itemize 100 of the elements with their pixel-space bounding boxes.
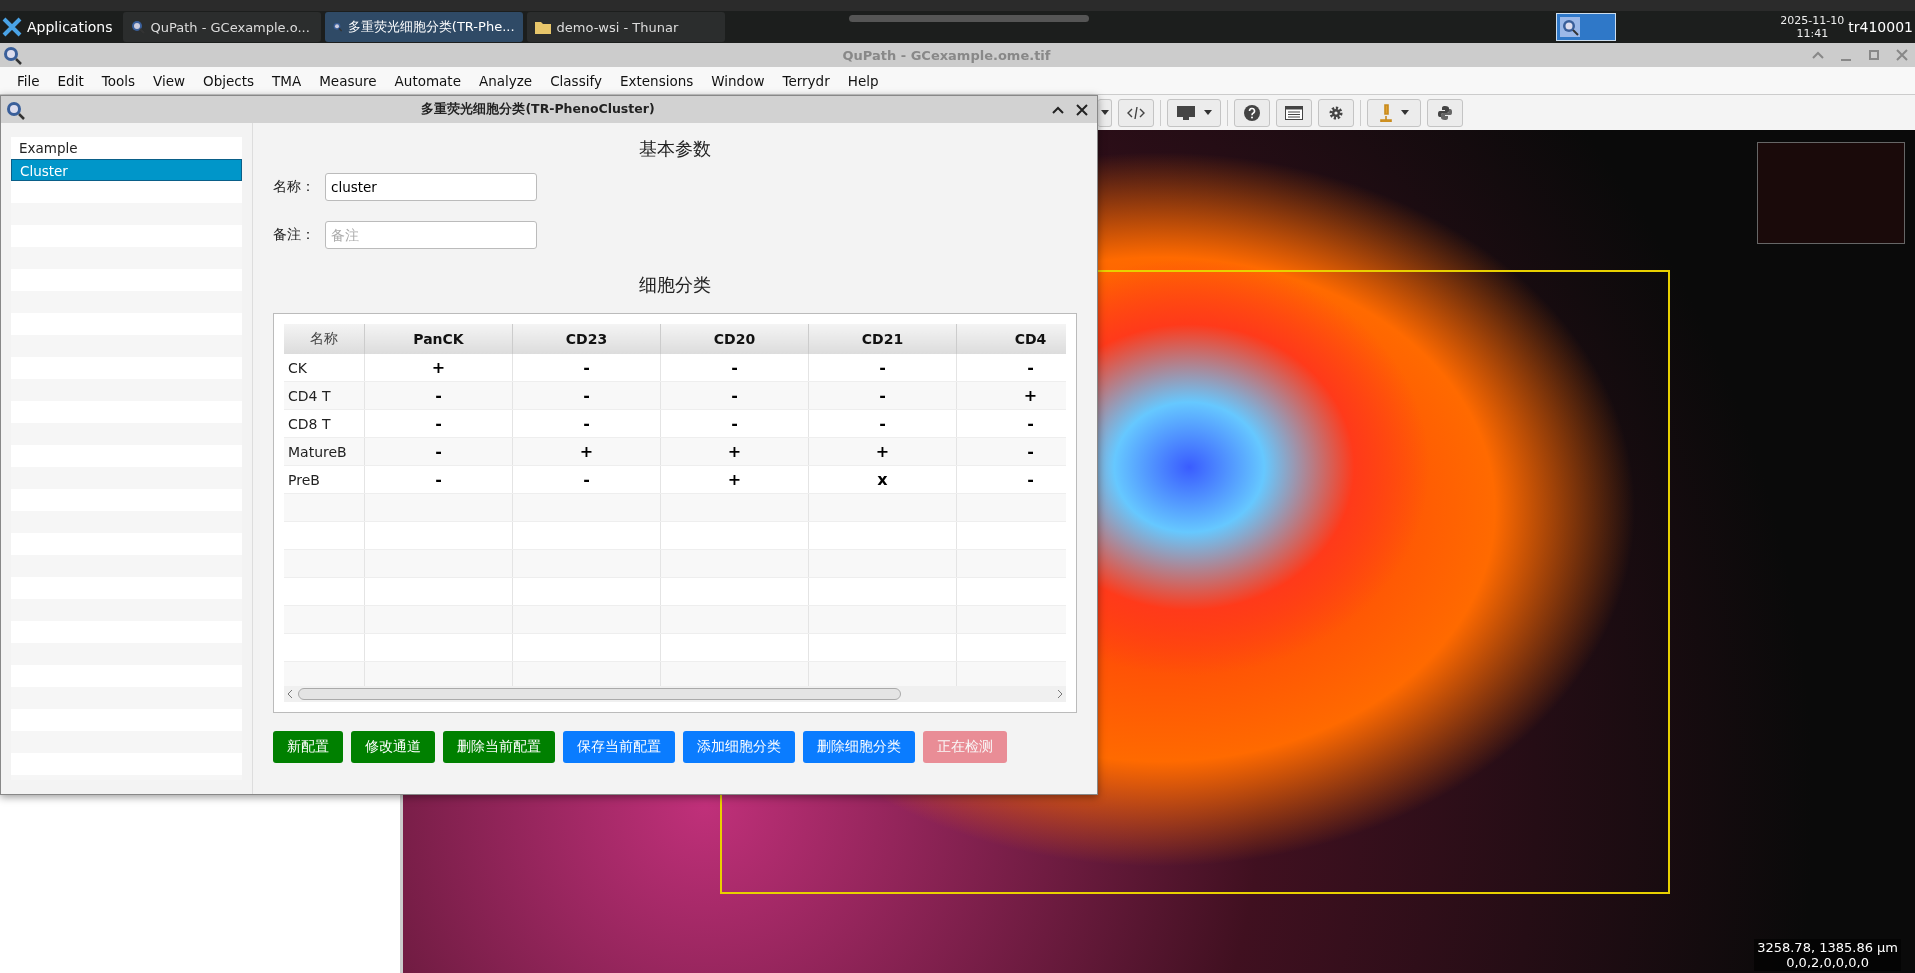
field-label: 备注：	[273, 226, 316, 244]
config-item[interactable]: Example	[11, 137, 242, 159]
table-cell: +	[808, 437, 957, 466]
action-button[interactable]: 修改通道	[351, 731, 435, 763]
display-button[interactable]	[1167, 98, 1221, 127]
action-button[interactable]: 新配置	[273, 731, 343, 763]
menu-item[interactable]: View	[144, 72, 195, 89]
action-button[interactable]: 添加细胞分类	[683, 731, 795, 763]
table-cell: +	[364, 354, 513, 382]
script-editor-button[interactable]	[1118, 98, 1154, 127]
dropdown-button[interactable]	[1098, 98, 1112, 127]
column-header[interactable]: CD20	[660, 324, 809, 354]
column-header[interactable]: CD4	[956, 324, 1066, 354]
clock: 2025-11-10 11:41	[1780, 14, 1845, 40]
microscope-button[interactable]	[1367, 98, 1421, 127]
table-cell: -	[512, 465, 661, 494]
table-cell: -	[956, 465, 1066, 494]
column-header[interactable]: 名称	[284, 324, 365, 354]
window-list-icon	[1285, 105, 1303, 120]
applications-menu[interactable]: Applications	[0, 12, 119, 42]
dialog-title: 多重荧光细胞分类(TR-PhenoCluster)	[420, 101, 656, 118]
table-cell: +	[512, 437, 661, 466]
code-icon	[1127, 105, 1145, 120]
user-name: tr410001	[1848, 19, 1913, 35]
taskbar-button[interactable]: 多重荧光细胞分类(TR-Phe...	[324, 12, 523, 42]
settings-button[interactable]	[1318, 98, 1354, 127]
folder-icon	[534, 20, 551, 34]
table-cell: -	[956, 437, 1066, 466]
menu-item[interactable]: Objects	[194, 72, 264, 89]
menu-item[interactable]: Measure	[310, 72, 386, 89]
section-heading: 基本参数	[638, 137, 712, 161]
column-header[interactable]: PanCK	[364, 324, 513, 354]
column-header[interactable]: CD21	[808, 324, 957, 354]
table-cell: -	[808, 354, 957, 382]
scroll-right-icon[interactable]	[1056, 689, 1064, 699]
action-button[interactable]: 删除细胞分类	[803, 731, 915, 763]
cursor-position: 3258.78, 1385.86 µm 0,0,2,0,0,0,0	[1754, 939, 1901, 971]
magnifier-icon	[1560, 17, 1581, 37]
magnifier-icon	[2, 45, 22, 65]
table-cell: -	[956, 409, 1066, 438]
table-cell: -	[808, 409, 957, 438]
table-cell: -	[808, 381, 957, 410]
menu-item[interactable]: Automate	[385, 72, 470, 89]
help-button[interactable]	[1234, 98, 1270, 127]
action-button[interactable]: 保存当前配置	[563, 731, 675, 763]
snake-logo-icon	[1437, 104, 1453, 121]
menu-item[interactable]: Help	[838, 72, 888, 89]
menu-item[interactable]: Terrydr	[773, 72, 839, 89]
close-icon[interactable]	[1075, 102, 1089, 117]
menu-item[interactable]: Classify	[541, 72, 611, 89]
caret-icon	[1401, 109, 1409, 116]
horizontal-scroll-bar[interactable]	[284, 686, 1066, 702]
python-button[interactable]	[1427, 98, 1463, 127]
log-button[interactable]	[1276, 98, 1312, 127]
menu-item[interactable]: Window	[702, 72, 774, 89]
table-cell: -	[660, 381, 809, 410]
x-logo-icon	[2, 17, 22, 37]
section-heading: 细胞分类	[638, 273, 712, 297]
table-cell: CD4 T	[284, 381, 365, 410]
magnifier-icon	[130, 20, 145, 34]
table-cell: -	[364, 409, 513, 438]
tray-app-button[interactable]	[1556, 13, 1617, 41]
name-input-field[interactable]: cluster	[325, 173, 537, 201]
table-cell: x	[808, 465, 957, 494]
table-cell: -	[364, 465, 513, 494]
table-cell: -	[660, 354, 809, 382]
table-cell: -	[512, 354, 661, 382]
monitor-icon	[1176, 104, 1196, 121]
table-cell: +	[956, 381, 1066, 410]
note-input-field[interactable]: 备注	[325, 221, 537, 249]
menu-item[interactable]: Extensions	[610, 72, 703, 89]
table-cell: CD8 T	[284, 409, 365, 438]
action-button[interactable]: 删除当前配置	[443, 731, 555, 763]
magnifier-icon	[332, 20, 342, 34]
question-icon	[1244, 104, 1260, 121]
menu-item[interactable]: File	[8, 72, 49, 89]
table-cell: -	[512, 381, 661, 410]
caret-icon	[1204, 109, 1212, 116]
table-cell: -	[364, 381, 513, 410]
table-cell: -	[512, 409, 661, 438]
table-cell: MatureB	[284, 437, 365, 466]
table-cell: +	[660, 465, 809, 494]
taskbar-button[interactable]: demo-wsi - Thunar	[526, 12, 725, 42]
settings-icon	[1328, 104, 1344, 121]
table-cell: CK	[284, 354, 365, 382]
taskbar-button[interactable]: QuPath - GCexample.o...	[122, 12, 321, 42]
menu-item[interactable]: TMA	[263, 72, 311, 89]
scroll-left-icon[interactable]	[286, 689, 294, 699]
table-cell: -	[956, 354, 1066, 382]
menu-item[interactable]: Tools	[92, 72, 144, 89]
field-label: 名称：	[273, 178, 316, 196]
table-cell: +	[660, 437, 809, 466]
table-cell: PreB	[284, 465, 365, 494]
table-cell: -	[364, 437, 513, 466]
window-title: QuPath - GCexample.ome.tif	[841, 47, 1052, 63]
column-header[interactable]: CD23	[512, 324, 661, 354]
menu-item[interactable]: Analyze	[469, 72, 542, 89]
magnifier-icon	[5, 99, 25, 120]
menu-item[interactable]: Edit	[48, 72, 93, 89]
caret-icon	[1100, 109, 1109, 116]
